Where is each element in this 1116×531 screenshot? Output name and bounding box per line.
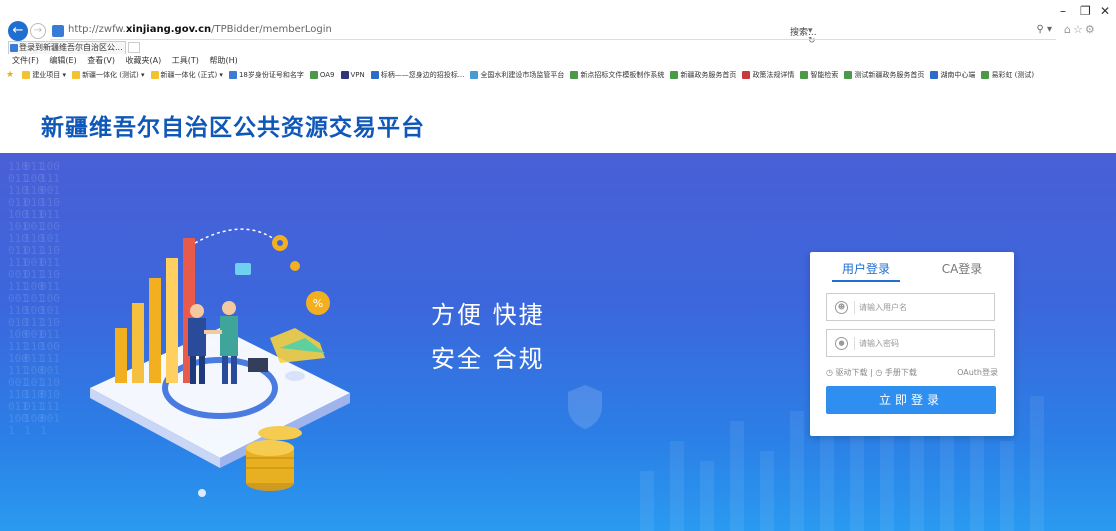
password-input[interactable] <box>859 335 989 352</box>
favorites-bar-item[interactable]: 湖南中心端 <box>930 70 975 80</box>
field-divider <box>854 301 855 314</box>
menu-tools[interactable]: 工具(T) <box>172 56 199 65</box>
favorites-bar-item[interactable]: VPN <box>340 71 365 79</box>
shield-icon <box>568 385 602 429</box>
tab-row: 登录到新疆维吾尔自治区公... × <box>0 41 1116 54</box>
manual-download-link[interactable]: ◷ 手册下载 <box>875 367 917 378</box>
favorites-bar-item-label: 湖南中心端 <box>940 71 976 79</box>
favorites-bar: ★ 建业项目 ▾ 新疆一体化 (测试) ▾ 新疆一体化 (正式) ▾ 18岁身份证号和… <box>6 70 1111 84</box>
svg-text:%: % <box>313 297 323 310</box>
menu-view[interactable]: 查看(V) <box>87 56 115 65</box>
address-row: ← → http://zwfw.xinjiang.gov.cn/TPBidder… <box>0 20 1116 46</box>
favorites-bar-item-label: OA9 <box>319 71 335 79</box>
favorites-bar-item[interactable]: 易彩虹 (测试) <box>981 70 1034 80</box>
menu-help[interactable]: 帮助(H) <box>209 56 237 65</box>
bookmark-icon <box>22 71 31 79</box>
username-input[interactable] <box>859 299 989 316</box>
menu-bar: 文件(F) 编辑(E) 查看(V) 收藏夹(A) 工具(T) 帮助(H) <box>12 55 246 66</box>
page-favicon-icon <box>52 25 64 37</box>
forward-button[interactable]: → <box>30 23 46 39</box>
field-divider <box>854 337 855 350</box>
bookmark-icon <box>570 71 579 79</box>
favorites-bar-item[interactable]: 测试新疆政务服务首页 <box>844 70 924 80</box>
tab-favicon-icon <box>10 44 18 52</box>
driver-download-link[interactable]: ◷ 驱动下载 <box>826 367 868 378</box>
back-button[interactable]: ← <box>8 21 28 41</box>
slogan-line-2: 安全 合规 <box>431 345 545 373</box>
maximize-button[interactable]: ❐ <box>1080 4 1091 18</box>
favorites-bar-item-label: 测试新疆政务服务首页 <box>854 71 925 79</box>
favorites-bar-item[interactable]: 标柄——您身边的招投标... <box>370 70 465 80</box>
search-icon[interactable]: ⚲ ▾ <box>1036 24 1052 35</box>
login-links: ◷ 驱动下载 | ◷ 手册下载 OAuth登录 <box>826 367 998 378</box>
bookmark-icon <box>228 71 237 79</box>
link-separator: | <box>867 368 876 377</box>
favorites-bar-item[interactable]: 新疆政务服务首页 <box>670 70 736 80</box>
tab-title: 登录到新疆维吾尔自治区公... × <box>19 43 126 52</box>
slogan-line-1: 方便 快捷 <box>431 301 545 329</box>
bookmark-icon <box>470 71 479 79</box>
bookmark-icon <box>742 71 751 79</box>
favorites-bar-item[interactable]: 新疆一体化 (正式) ▾ <box>150 70 223 80</box>
binary-decoration: 1001110011100111001011100111100111001011… <box>40 160 60 437</box>
favorites-bar-item-label: 建业项目 ▾ <box>32 71 67 79</box>
favorites-bar-item-label: 新疆政务服务首页 <box>680 71 737 79</box>
favorites-bar-item[interactable]: 18岁身份证号和名字 <box>228 70 304 80</box>
browser-tab[interactable]: 登录到新疆维吾尔自治区公... × <box>8 41 126 54</box>
favorites-bar-item-label: 新疆一体化 (测试) ▾ <box>82 71 145 79</box>
bookmark-icon <box>930 71 939 79</box>
bookmark-icon <box>981 71 990 79</box>
bookmark-icon <box>72 71 81 79</box>
bookmark-icon <box>670 71 679 79</box>
menu-favorites[interactable]: 收藏夹(A) <box>126 56 162 65</box>
favorites-bar-item[interactable]: 新疆一体化 (测试) ▾ <box>72 70 145 80</box>
bookmark-icon <box>370 71 379 79</box>
bookmark-icon <box>340 71 349 79</box>
favorites-bar-item-label: 18岁身份证号和名字 <box>238 71 304 79</box>
favorites-bar-item-label: 智能检索 <box>810 71 839 79</box>
favorites-bar-item-label: 标柄——您身边的招投标... <box>380 71 465 79</box>
user-icon: ☻ <box>835 301 848 314</box>
login-button[interactable]: 立即登录 <box>826 386 996 414</box>
favorites-bar-item-label: 全国水利建设市场监管平台 <box>480 71 565 79</box>
favorites-bar-item-label: VPN <box>350 71 365 79</box>
toolbar-icons[interactable]: ⌂☆⚙ <box>1064 23 1097 36</box>
login-panel: 用户登录 CA登录 ☻ ● ◷ 驱动下载 | ◷ 手册下载 OAuth登录 立即… <box>810 252 1014 436</box>
address-url: http://zwfw.xinjiang.gov.cn/TPBidder/mem… <box>68 24 332 35</box>
minimize-button[interactable]: – <box>1060 4 1066 18</box>
lock-icon: ● <box>835 337 848 350</box>
password-field[interactable]: ● <box>826 329 995 357</box>
bookmark-icon <box>309 71 318 79</box>
new-tab-button[interactable] <box>128 42 140 53</box>
favorites-bar-item-label: 新疆一体化 (正式) ▾ <box>160 71 223 79</box>
business-handshake-illustration: % <box>90 228 350 497</box>
favorites-bar-item[interactable]: 新点招标文件模板制作系统 <box>570 70 664 80</box>
favorites-bar-item[interactable]: 政策法规详情 <box>742 70 794 80</box>
browser-chrome: ← → http://zwfw.xinjiang.gov.cn/TPBidder… <box>0 0 1116 99</box>
search-input[interactable]: 搜索... <box>790 25 817 38</box>
favorites-bar-item-label: 新点招标文件模板制作系统 <box>580 71 665 79</box>
favorites-bar-item[interactable]: OA9 <box>309 71 335 79</box>
favorites-bar-item[interactable]: 智能检索 <box>800 70 838 80</box>
active-tab-indicator <box>832 280 900 282</box>
oauth-login-link[interactable]: OAuth登录 <box>957 367 998 378</box>
site-title: 新疆维吾尔自治区公共资源交易平台 <box>41 115 425 141</box>
favorites-bar-item[interactable]: 全国水利建设市场监管平台 <box>470 70 564 80</box>
menu-file[interactable]: 文件(F) <box>12 56 39 65</box>
login-tabs: 用户登录 CA登录 <box>810 252 1014 284</box>
bookmark-icon <box>800 71 809 79</box>
bookmark-icon <box>844 71 853 79</box>
bookmark-icon <box>150 71 159 79</box>
favorites-bar-item[interactable]: 建业项目 ▾ <box>22 70 66 80</box>
address-bar[interactable]: http://zwfw.xinjiang.gov.cn/TPBidder/mem… <box>50 22 816 46</box>
browser-search-box[interactable]: 搜索... ⚲ ▾ <box>786 22 1056 40</box>
menu-edit[interactable]: 编辑(E) <box>49 56 76 65</box>
favorites-bar-item-label: 政策法规详情 <box>752 71 795 79</box>
favorites-star-icon[interactable]: ★ <box>6 70 14 80</box>
close-button[interactable]: ✕ <box>1100 4 1110 18</box>
username-field[interactable]: ☻ <box>826 293 995 321</box>
tab-user-login[interactable]: 用户登录 <box>826 260 906 277</box>
favorites-bar-item-label: 易彩虹 (测试) <box>991 71 1035 79</box>
tab-ca-login[interactable]: CA登录 <box>922 260 1002 277</box>
